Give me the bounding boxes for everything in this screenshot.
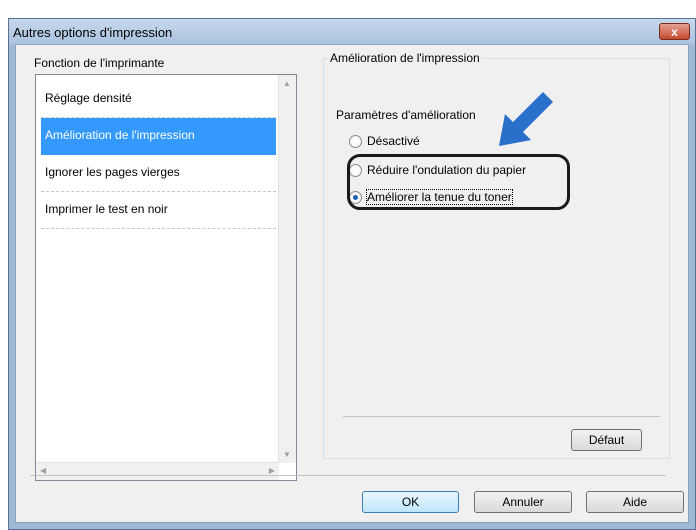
- footer-separator: [30, 475, 666, 476]
- radio-button-icon[interactable]: [349, 134, 362, 148]
- callout-highlight-box: [347, 154, 570, 210]
- callout-arrow-icon: [499, 92, 553, 146]
- improvement-group-title: Amélioration de l'impression: [328, 51, 482, 65]
- list-item-label: Ignorer les pages vierges: [45, 165, 180, 179]
- list-item-skip-blank-pages[interactable]: Ignorer les pages vierges: [41, 155, 276, 192]
- function-listbox[interactable]: Réglage densité Amélioration de l'impres…: [35, 74, 297, 481]
- list-item-density[interactable]: Réglage densité: [41, 81, 276, 118]
- radio-option-off[interactable]: Désactivé: [349, 133, 420, 149]
- improvement-settings-label: Paramètres d'amélioration: [336, 108, 476, 122]
- title-bar[interactable]: Autres options d'impression x: [9, 19, 695, 45]
- printer-function-label: Fonction de l'imprimante: [34, 56, 165, 70]
- vertical-scrollbar[interactable]: ▲ ▼: [278, 75, 296, 463]
- help-button[interactable]: Aide: [586, 491, 684, 513]
- scroll-down-icon[interactable]: ▼: [283, 450, 291, 459]
- cancel-button[interactable]: Annuler: [474, 491, 572, 513]
- window-title: Autres options d'impression: [13, 25, 173, 40]
- scroll-right-icon[interactable]: ▶: [269, 466, 275, 475]
- default-button[interactable]: Défaut: [571, 429, 642, 451]
- scroll-up-icon[interactable]: ▲: [283, 79, 291, 88]
- list-item-print-test-black[interactable]: Imprimer le test en noir: [41, 192, 276, 229]
- scroll-left-icon[interactable]: ◀: [40, 466, 46, 475]
- radio-label: Désactivé: [367, 134, 420, 148]
- list-item-label: Amélioration de l'impression: [45, 128, 195, 142]
- list-item-print-improvement[interactable]: Amélioration de l'impression: [41, 118, 276, 155]
- horizontal-scrollbar[interactable]: ◀ ▶: [36, 462, 279, 480]
- ok-button[interactable]: OK: [362, 491, 459, 513]
- list-item-label: Imprimer le test en noir: [45, 202, 168, 216]
- close-button[interactable]: x: [659, 23, 690, 40]
- list-item-label: Réglage densité: [45, 91, 132, 105]
- panel-separator: [343, 416, 660, 417]
